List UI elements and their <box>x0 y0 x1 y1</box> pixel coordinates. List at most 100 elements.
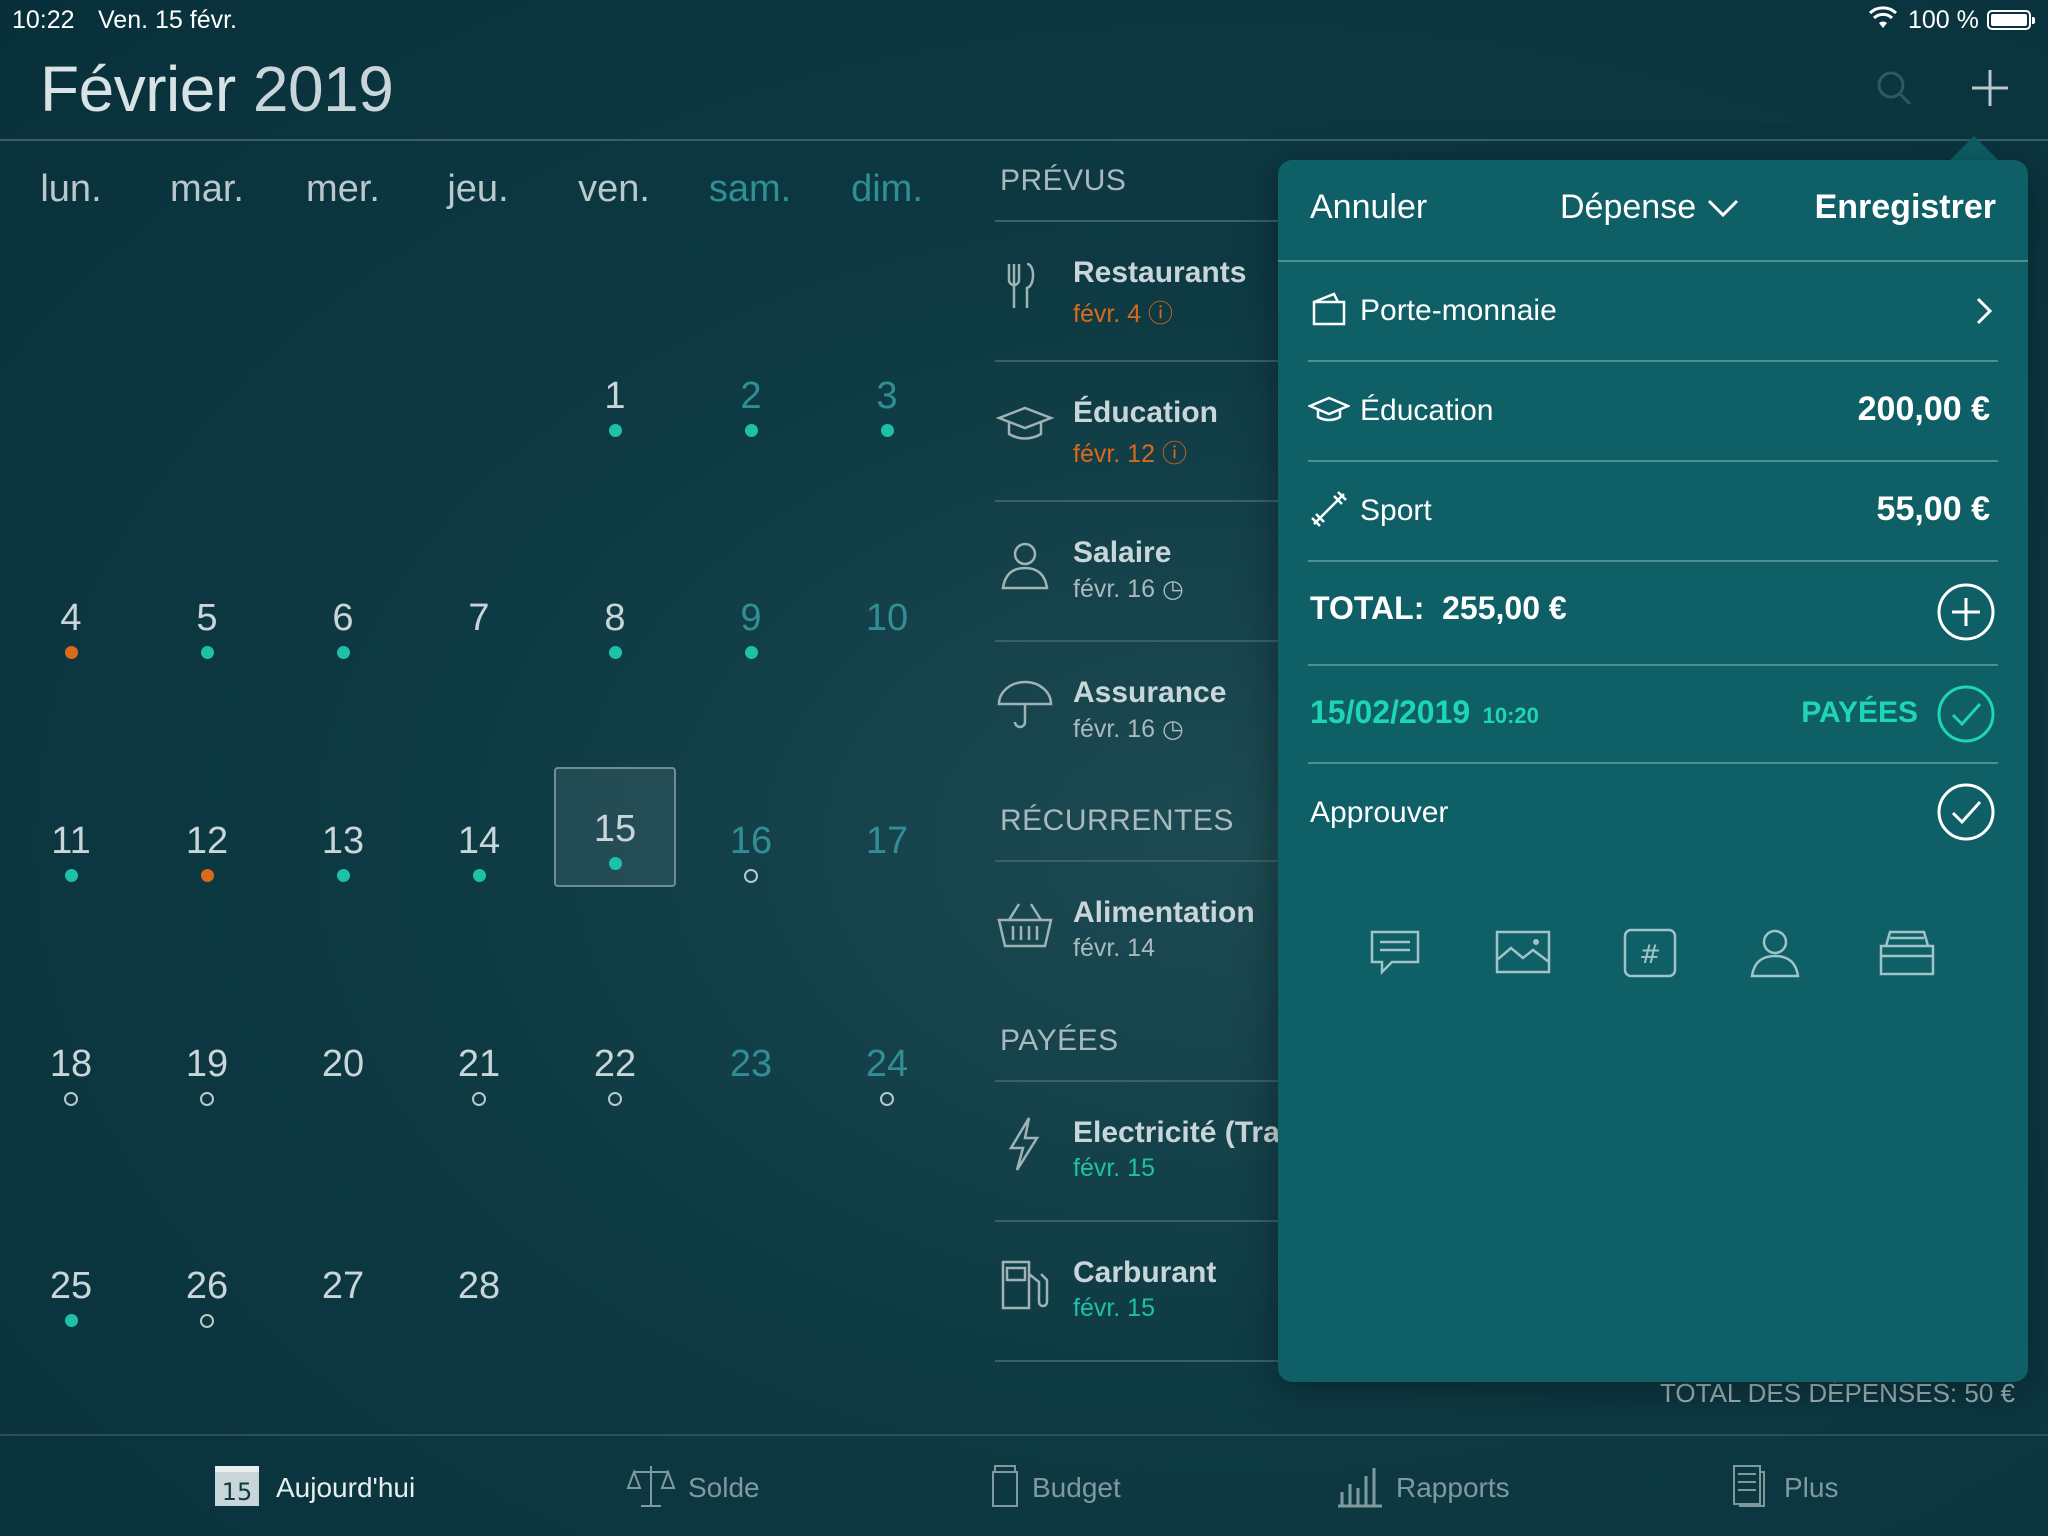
title-month: Février <box>40 53 236 125</box>
divider <box>1308 560 1998 562</box>
type-dropdown[interactable]: Dépense <box>1560 188 1740 227</box>
add-split-button[interactable] <box>1936 582 1996 642</box>
calendar-day[interactable]: 12 <box>146 793 268 913</box>
event-dot <box>64 1092 78 1106</box>
tab-today[interactable]: 15 Aujourd'hui <box>212 1460 432 1520</box>
total-expenses: TOTAL DES DÉPENSES: 50 € <box>1660 1378 2015 1408</box>
add-icon[interactable] <box>1970 68 2010 113</box>
fork-knife-icon <box>1007 262 1035 308</box>
list-item-salaire[interactable]: Salaire févr. 16 ◷ <box>995 506 1295 646</box>
battery-percent: 100 % <box>1908 6 1979 34</box>
divider <box>1278 260 2028 262</box>
divider <box>995 1080 1295 1082</box>
weekday-wed: mer. <box>306 168 380 210</box>
popover-arrow <box>1948 136 2000 162</box>
event-dot <box>608 646 622 659</box>
event-dot <box>608 857 622 870</box>
fuel-pump-icon <box>1001 1260 1049 1310</box>
calendar-day[interactable]: 7 <box>418 570 540 690</box>
calendar-day[interactable]: 19 <box>146 1016 268 1136</box>
event-dot <box>472 1092 486 1106</box>
tag-icon[interactable]: # <box>1622 926 1678 980</box>
status-time: 10:22 <box>12 6 75 34</box>
divider <box>995 220 1295 222</box>
account-row[interactable]: Porte-monnaie <box>1308 264 1998 362</box>
archive-icon[interactable] <box>1878 926 1936 980</box>
calendar-day[interactable]: 8 <box>554 570 676 690</box>
event-dot <box>200 646 214 659</box>
calendar-icon: 15 <box>215 1466 259 1506</box>
calendar-day[interactable]: 11 <box>10 793 132 913</box>
transaction-popover: Annuler Dépense Enregistrer Porte-monnai… <box>1278 160 2028 1382</box>
svg-text:#: # <box>1639 940 1661 970</box>
event-dot <box>608 1092 622 1106</box>
transaction-time: 10:20 <box>1482 703 1539 728</box>
search-icon[interactable] <box>1874 68 1914 113</box>
section-planned: PRÉVUS <box>1000 164 1127 197</box>
page-title: Février 2019 <box>40 52 394 126</box>
comment-icon[interactable] <box>1368 926 1422 980</box>
divider <box>995 640 1295 642</box>
list-item-carburant[interactable]: Carburant févr. 15 <box>995 1226 1295 1366</box>
list-item-assurance[interactable]: Assurance févr. 16 ◷ <box>995 646 1295 786</box>
list-item-education[interactable]: Éducation févr. 12 ⓘ <box>995 366 1295 506</box>
calendar-day[interactable]: 20 <box>282 1016 404 1136</box>
total-label: TOTAL: <box>1310 590 1425 626</box>
calendar-day[interactable]: 3 <box>826 348 948 468</box>
calendar-day[interactable]: 21 <box>418 1016 540 1136</box>
calendar-day[interactable]: 14 <box>418 793 540 913</box>
document-icon <box>1733 1465 1765 1507</box>
weekday-sat: sam. <box>708 168 792 210</box>
event-dot <box>608 424 622 437</box>
tab-reports[interactable]: Rapports <box>1334 1460 1534 1520</box>
cancel-button[interactable]: Annuler <box>1310 188 1427 227</box>
calendar-day[interactable]: 26 <box>146 1238 268 1358</box>
person-icon[interactable] <box>1748 926 1802 980</box>
calendar-day[interactable]: 17 <box>826 793 948 913</box>
calendar-day[interactable]: 1 <box>554 348 676 468</box>
calendar-day[interactable]: 18 <box>10 1016 132 1136</box>
list-item-restaurants[interactable]: Restaurants févr. 4 ⓘ <box>995 226 1295 366</box>
jar-icon <box>992 1465 1018 1507</box>
save-button[interactable]: Enregistrer <box>1815 188 1996 227</box>
paid-check-button[interactable] <box>1936 684 1996 744</box>
calendar-day[interactable]: 9 <box>690 570 812 690</box>
calendar-day[interactable]: 27 <box>282 1238 404 1358</box>
approve-row[interactable]: Approuver <box>1308 766 1998 864</box>
bar-chart-icon <box>1338 1468 1382 1508</box>
chevron-right-icon <box>1976 297 1993 325</box>
tabbar-divider <box>0 1434 2048 1436</box>
approve-check-button[interactable] <box>1936 782 1996 842</box>
calendar-day-today[interactable]: 15 <box>554 767 676 887</box>
split-row-education[interactable]: Éducation 200,00 € <box>1308 364 1998 462</box>
event-dot <box>64 1314 78 1327</box>
event-dot <box>744 869 758 883</box>
graduation-cap-icon <box>1308 396 1350 422</box>
image-icon[interactable] <box>1494 926 1552 980</box>
calendar-day[interactable]: 5 <box>146 570 268 690</box>
calendar-day[interactable]: 6 <box>282 570 404 690</box>
calendar-day[interactable]: 4 <box>10 570 132 690</box>
calendar-day[interactable]: 10 <box>826 570 948 690</box>
calendar-day[interactable]: 22 <box>554 1016 676 1136</box>
split-row-sport[interactable]: Sport 55,00 € <box>1308 464 1998 562</box>
calendar-day[interactable]: 13 <box>282 793 404 913</box>
svg-text:15: 15 <box>222 1478 253 1506</box>
calendar-day[interactable]: 2 <box>690 348 812 468</box>
tab-more[interactable]: Plus <box>1724 1460 1884 1520</box>
calendar-day[interactable]: 25 <box>10 1238 132 1358</box>
event-dot <box>200 869 214 882</box>
calendar-day[interactable]: 28 <box>418 1238 540 1358</box>
calendar-day[interactable]: 23 <box>690 1016 812 1136</box>
tab-budget[interactable]: Budget <box>980 1460 1160 1520</box>
calendar-day[interactable]: 16 <box>690 793 812 913</box>
dumbbell-icon <box>1311 491 1347 527</box>
calendar-day[interactable]: 24 <box>826 1016 948 1136</box>
date-row[interactable]: 15/02/2019 10:20 PAYÉES <box>1308 668 1998 766</box>
section-paid: PAYÉES <box>1000 1024 1119 1057</box>
tab-balance[interactable]: Solde <box>626 1460 806 1520</box>
status-bar: 10:22 Ven. 15 févr. 100 % <box>0 0 2048 40</box>
person-icon <box>1001 542 1049 590</box>
list-item-alimentation[interactable]: Alimentation févr. 14 <box>995 866 1295 1006</box>
list-item-electricite[interactable]: Electricité (Tra févr. 15 <box>995 1086 1295 1226</box>
